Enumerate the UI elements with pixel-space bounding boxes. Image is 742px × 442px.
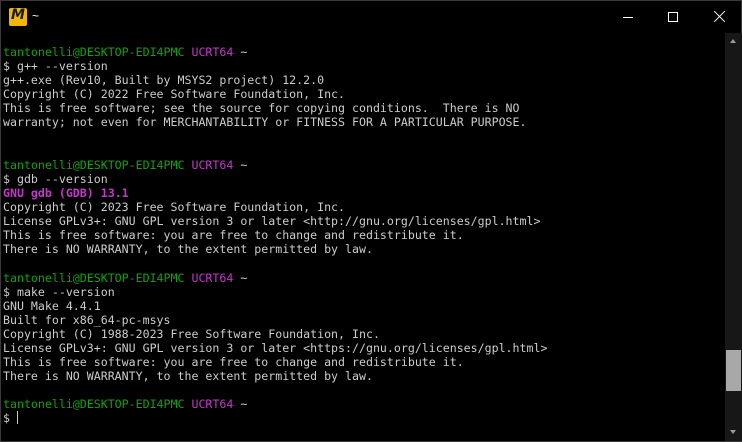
prompt-line: tantonelli@DESKTOP-EDI4PMC UCRT64 ~ bbox=[3, 397, 723, 411]
prompt-path: ~ bbox=[240, 397, 248, 412]
minimize-icon bbox=[623, 17, 633, 18]
prompt-env: UCRT64 bbox=[191, 397, 234, 412]
output-line: There is NO WARRANTY, to the extent perm… bbox=[3, 369, 373, 384]
scroll-down-arrow-icon[interactable] bbox=[725, 424, 742, 441]
output-line: License GPLv3+: GNU GPL version 3 or lat… bbox=[3, 340, 548, 355]
terminal-output[interactable]: tantonelli@DESKTOP-EDI4PMC UCRT64 ~ $ g++… bbox=[3, 45, 723, 435]
prompt-env: UCRT64 bbox=[191, 270, 234, 285]
output-line: Copyright (C) 2023 Free Software Foundat… bbox=[3, 200, 346, 215]
output-line: This is free software: you are free to c… bbox=[3, 228, 464, 243]
prompt-user-host: tantonelli@DESKTOP-EDI4PMC bbox=[3, 45, 185, 59]
scroll-up-arrow-icon[interactable] bbox=[725, 33, 742, 50]
output-line: There is NO WARRANTY, to the extent perm… bbox=[3, 242, 373, 257]
output-line: Copyright (C) 1988-2023 Free Software Fo… bbox=[3, 326, 380, 341]
app-icon[interactable]: M bbox=[9, 7, 27, 26]
maximize-button[interactable] bbox=[651, 1, 697, 33]
window-title: ~ bbox=[32, 9, 40, 23]
maximize-icon bbox=[668, 12, 678, 22]
output-line: Built for x86_64-pc-msys bbox=[3, 312, 171, 327]
prompt-user-host: tantonelli@DESKTOP-EDI4PMC bbox=[3, 397, 185, 412]
text-cursor bbox=[16, 411, 18, 425]
output-line: License GPLv3+: GNU GPL version 3 or lat… bbox=[3, 214, 541, 229]
minimize-button[interactable] bbox=[605, 1, 651, 33]
app-icon-letter: M bbox=[11, 7, 25, 23]
output-line: warranty; not even for MERCHANTABILITY o… bbox=[3, 115, 527, 130]
command-line: $ g++ --version bbox=[3, 59, 108, 74]
prompt-path: ~ bbox=[240, 157, 248, 172]
prompt-line: tantonelli@DESKTOP-EDI4PMC UCRT64 ~ bbox=[3, 45, 723, 59]
gdb-banner: GNU gdb (GDB) 13.1 bbox=[3, 185, 129, 200]
scrollbar-thumb[interactable] bbox=[726, 349, 741, 391]
title-bar[interactable]: M ~ bbox=[1, 1, 741, 33]
prompt-user-host: tantonelli@DESKTOP-EDI4PMC bbox=[3, 270, 185, 285]
output-line: This is free software; see the source fo… bbox=[3, 101, 520, 116]
input-line[interactable]: $ bbox=[3, 411, 723, 425]
output-line: Copyright (C) 2022 Free Software Foundat… bbox=[3, 87, 346, 102]
prompt-env: UCRT64 bbox=[191, 157, 234, 172]
terminal-window: M ~ tantonelli@DESKTOP-EDI4PMC UCRT64 ~ $… bbox=[0, 0, 742, 442]
prompt-user-host: tantonelli@DESKTOP-EDI4PMC bbox=[3, 157, 185, 172]
output-line: This is free software: you are free to c… bbox=[3, 355, 464, 370]
prompt-env: UCRT64 bbox=[191, 45, 234, 59]
close-button[interactable] bbox=[697, 1, 742, 33]
prompt-line: tantonelli@DESKTOP-EDI4PMC UCRT64 ~ bbox=[3, 271, 723, 285]
input-prompt: $ bbox=[3, 411, 17, 426]
prompt-path: ~ bbox=[240, 45, 248, 59]
close-icon bbox=[713, 10, 727, 24]
vertical-scrollbar[interactable] bbox=[725, 33, 742, 441]
command-line: $ gdb --version bbox=[3, 171, 108, 186]
prompt-path: ~ bbox=[240, 270, 248, 285]
output-line: GNU Make 4.4.1 bbox=[3, 298, 101, 313]
output-line: g++.exe (Rev10, Built by MSYS2 project) … bbox=[3, 73, 325, 88]
prompt-line: tantonelli@DESKTOP-EDI4PMC UCRT64 ~ bbox=[3, 158, 723, 172]
command-line: $ make --version bbox=[3, 284, 115, 299]
